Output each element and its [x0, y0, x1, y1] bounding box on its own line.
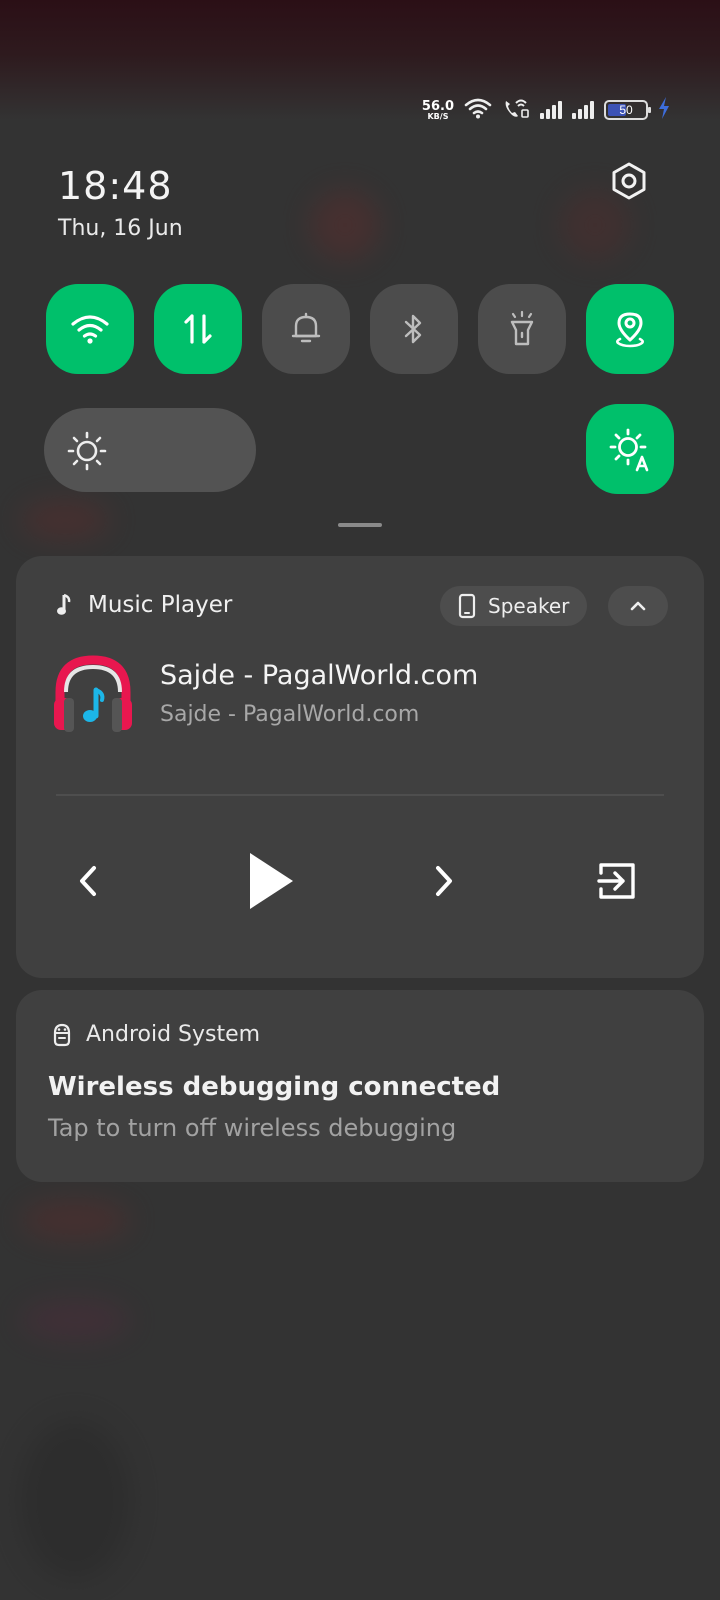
date: Thu, 16 Jun — [58, 216, 183, 241]
music-note-icon — [57, 593, 71, 615]
wifi-icon — [464, 97, 492, 124]
music-player-card[interactable]: Music Player Speaker Sajde - PagalWorld.… — [16, 556, 704, 978]
tile-flashlight[interactable] — [478, 284, 566, 374]
battery-level: 50 — [619, 103, 633, 117]
track-title: Sajde - PagalWorld.com — [160, 660, 479, 691]
notification-body: Tap to turn off wireless debugging — [48, 1114, 457, 1142]
collapse-button[interactable] — [608, 586, 668, 626]
phone-icon — [458, 593, 476, 619]
playback-progress-bar[interactable] — [56, 794, 664, 796]
panel-drag-handle[interactable] — [338, 523, 382, 527]
network-speed-unit: KB/S — [427, 111, 449, 121]
chevron-up-icon — [630, 601, 646, 611]
signal-icon — [572, 101, 594, 119]
tile-location[interactable] — [586, 284, 674, 374]
wifi-icon — [71, 315, 109, 344]
notification-header: Android System — [52, 1022, 260, 1047]
next-icon — [436, 866, 452, 896]
exit-button[interactable] — [592, 856, 642, 906]
tile-bluetooth[interactable] — [370, 284, 458, 374]
headphones-music-icon — [54, 655, 132, 732]
clock: 18:48 — [58, 164, 173, 208]
previous-button[interactable] — [68, 856, 108, 906]
bell-icon — [291, 312, 321, 343]
network-speed-value: 56.0 — [421, 98, 454, 114]
output-device-label: Speaker — [488, 594, 570, 618]
tile-mobile-data[interactable] — [154, 284, 242, 374]
music-player-app-name: Music Player — [88, 592, 233, 618]
sun-icon — [66, 430, 108, 477]
notification-app-name: Android System — [86, 1022, 261, 1047]
notification-title: Wireless debugging connected — [48, 1072, 501, 1102]
album-art — [50, 652, 136, 738]
auto-brightness-button[interactable] — [586, 404, 674, 494]
battery-icon: 50 — [604, 100, 651, 120]
music-player-header: Music Player — [56, 592, 232, 618]
bluetooth-icon — [404, 314, 422, 344]
signal-icon — [540, 101, 562, 119]
settings-button[interactable] — [608, 160, 650, 202]
gear-icon — [612, 162, 646, 200]
charging-bolt-icon — [658, 96, 670, 124]
location-pin-icon — [616, 312, 644, 348]
previous-icon — [80, 866, 96, 896]
play-button[interactable] — [236, 846, 306, 916]
tile-wifi[interactable] — [46, 284, 134, 374]
play-icon — [250, 853, 293, 909]
auto-brightness-icon — [609, 428, 649, 472]
notification-card[interactable]: Android System Wireless debugging connec… — [16, 990, 704, 1182]
android-icon — [53, 1023, 71, 1046]
network-speed: 56.0 KB/S — [422, 100, 454, 121]
data-arrows-icon — [184, 314, 212, 344]
wifi-calling-icon — [502, 97, 530, 124]
tile-sound[interactable] — [262, 284, 350, 374]
status-bar: 56.0 KB/S 50 — [422, 96, 670, 124]
exit-icon — [597, 863, 635, 899]
flashlight-icon — [510, 310, 534, 346]
brightness-slider[interactable] — [44, 408, 256, 492]
output-device-button[interactable]: Speaker — [440, 586, 588, 626]
track-subtitle: Sajde - PagalWorld.com — [160, 702, 420, 727]
next-button[interactable] — [424, 856, 464, 906]
